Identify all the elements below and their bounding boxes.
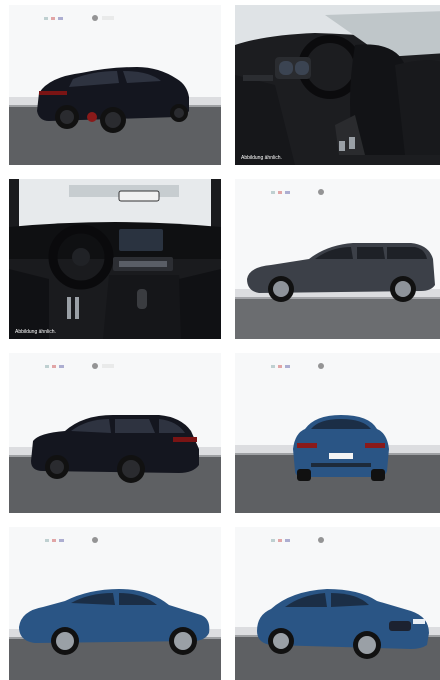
- image-gallery: Abbildung ähnlich. Abbildung ähnlich.: [0, 0, 440, 680]
- gallery-image-4[interactable]: [235, 179, 440, 339]
- gallery-image-3[interactable]: Abbildung ähnlich.: [9, 179, 221, 339]
- car-photo-x3-rear-black: [9, 353, 221, 513]
- gallery-image-6[interactable]: [235, 353, 440, 513]
- car-photo-x4-rear-black: [9, 5, 221, 165]
- car-photo-x4-side-blue: [9, 527, 221, 680]
- car-photo-interior-seats: [235, 5, 440, 165]
- car-photo-dashboard: [9, 179, 221, 339]
- gallery-image-2[interactable]: Abbildung ähnlich.: [235, 5, 440, 165]
- image-caption: Abbildung ähnlich.: [15, 329, 56, 335]
- gallery-image-1[interactable]: [9, 5, 221, 165]
- car-photo-x3-rear-blue: [235, 353, 440, 513]
- car-photo-touring-side-grey: [235, 179, 440, 339]
- image-caption: Abbildung ähnlich.: [241, 155, 282, 161]
- gallery-image-5[interactable]: [9, 353, 221, 513]
- car-photo-x4-front-blue: [235, 527, 440, 680]
- gallery-image-7[interactable]: [9, 527, 221, 680]
- gallery-image-8[interactable]: [235, 527, 440, 680]
